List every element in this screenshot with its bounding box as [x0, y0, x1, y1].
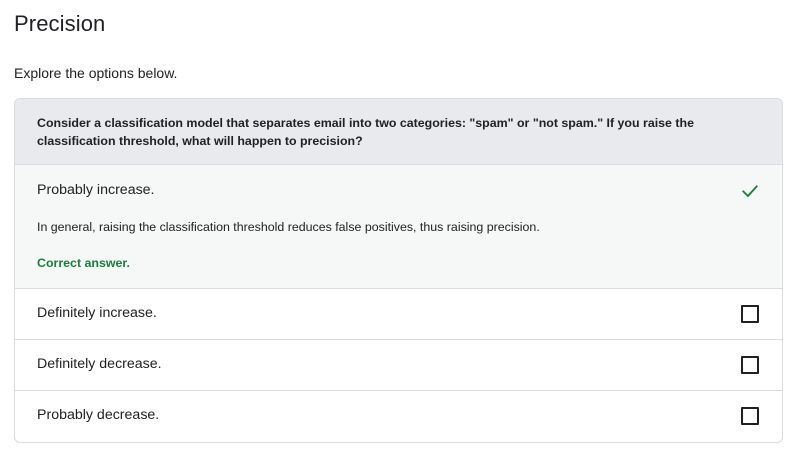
checkbox-icon[interactable]	[741, 356, 759, 374]
correct-answer-feedback: Correct answer.	[37, 256, 130, 270]
check-icon	[742, 185, 758, 198]
option-definitely-decrease[interactable]: Definitely decrease.	[15, 340, 782, 391]
option-label: Definitely increase.	[37, 305, 157, 321]
option-explanation: In general, raising the classification t…	[37, 220, 540, 234]
option-probably-decrease[interactable]: Probably decrease.	[15, 391, 782, 442]
page-title: Precision	[14, 11, 106, 36]
quiz-card: Consider a classification model that sep…	[14, 98, 783, 443]
intro-text: Explore the options below.	[14, 65, 178, 81]
quiz-question: Consider a classification model that sep…	[15, 99, 782, 165]
option-probably-increase[interactable]: Probably increase. In general, raising t…	[15, 165, 782, 289]
option-label: Probably increase.	[37, 182, 155, 198]
checkbox-icon[interactable]	[741, 407, 759, 425]
option-label: Definitely decrease.	[37, 356, 162, 372]
checkbox-icon[interactable]	[741, 305, 759, 323]
option-label: Probably decrease.	[37, 407, 160, 423]
option-definitely-increase[interactable]: Definitely increase.	[15, 289, 782, 340]
